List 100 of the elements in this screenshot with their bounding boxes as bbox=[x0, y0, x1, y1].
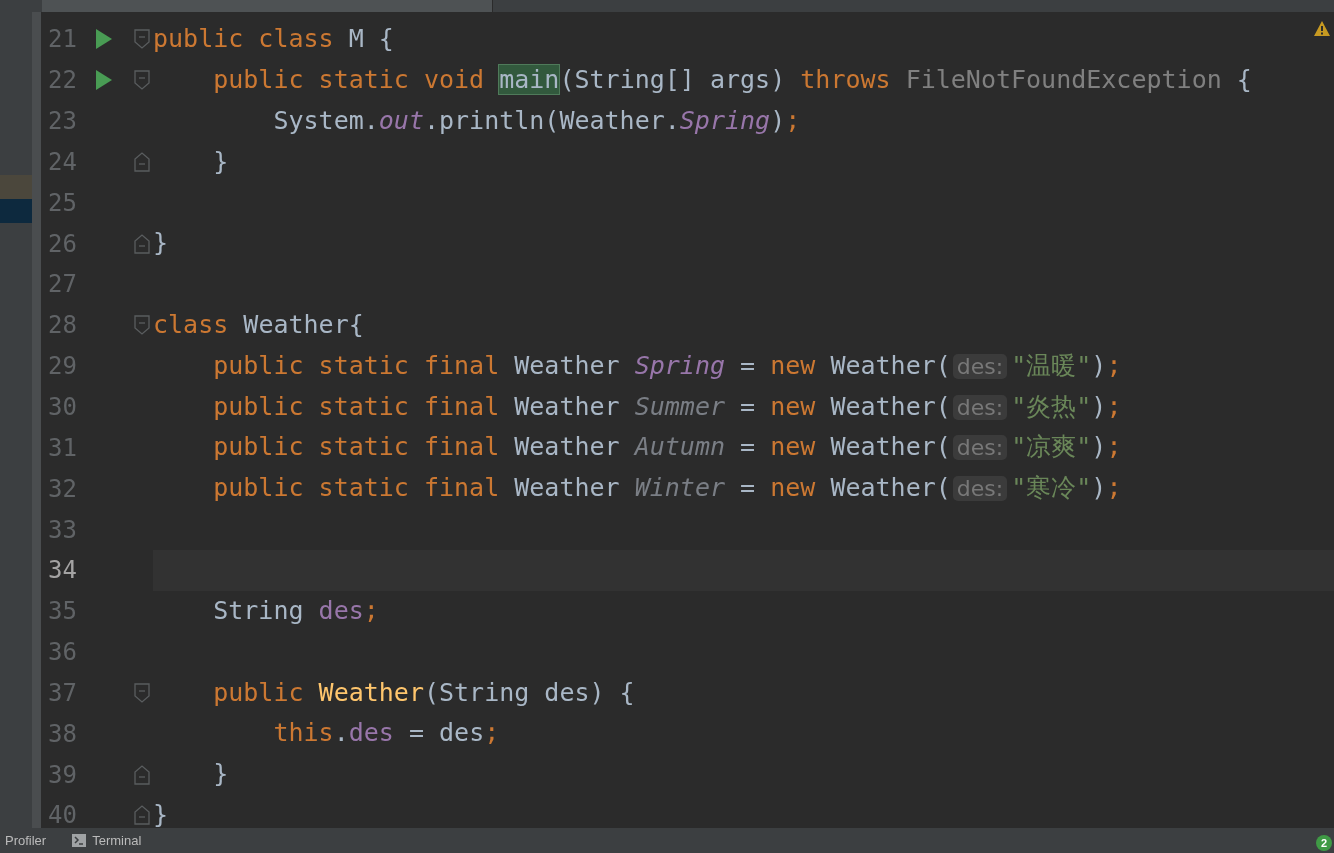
code-token: Weather bbox=[514, 473, 620, 503]
code-token: System. bbox=[273, 105, 379, 135]
run-icon[interactable] bbox=[96, 70, 112, 91]
line-number: 35 bbox=[47, 597, 77, 626]
line-number: 27 bbox=[47, 270, 77, 299]
code-token: = bbox=[740, 432, 756, 462]
code-token: Summer bbox=[634, 391, 725, 421]
fold-icon[interactable] bbox=[134, 805, 150, 826]
code-token: = bbox=[740, 473, 756, 503]
line-number: 32 bbox=[47, 474, 77, 503]
code-token: Winter bbox=[634, 473, 725, 503]
code-token: Spring bbox=[634, 350, 725, 380]
code-token: (String des) { bbox=[423, 677, 635, 707]
code-token: ) bbox=[1091, 432, 1107, 462]
code-token: this bbox=[273, 718, 334, 748]
code-token: new bbox=[770, 391, 816, 421]
code-token: = bbox=[740, 391, 756, 421]
line-number: 31 bbox=[47, 433, 77, 462]
code-token: ; bbox=[484, 718, 500, 748]
code-token: main bbox=[499, 64, 560, 94]
line-number: 28 bbox=[47, 311, 77, 340]
code-token: public static final bbox=[213, 350, 500, 380]
code-token: ) bbox=[770, 105, 786, 135]
code-token: "寒冷" bbox=[1011, 473, 1092, 503]
fold-icon[interactable] bbox=[134, 151, 150, 172]
code-token: ) bbox=[1091, 350, 1107, 380]
line-number: 25 bbox=[47, 188, 77, 217]
code-token: des bbox=[318, 595, 364, 625]
line-number: 34 bbox=[47, 556, 77, 585]
code-token: } bbox=[153, 800, 169, 828]
parameter-hint: des: bbox=[952, 353, 1008, 379]
code-token: Weather( bbox=[830, 391, 951, 421]
code-token: } bbox=[153, 228, 169, 258]
code-token: Weather bbox=[318, 677, 424, 707]
code-token: Weather bbox=[514, 432, 620, 462]
line-number: 30 bbox=[47, 393, 77, 421]
line-number: 39 bbox=[47, 760, 77, 789]
code-token: = bbox=[740, 350, 756, 380]
line-number: 33 bbox=[47, 515, 77, 544]
code-token: { bbox=[1236, 64, 1252, 94]
code-token: Weather bbox=[514, 350, 620, 380]
line-number: 37 bbox=[47, 678, 77, 707]
code-token: String bbox=[213, 595, 304, 625]
code-token: Weather( bbox=[830, 473, 951, 503]
code-token: M { bbox=[348, 24, 394, 53]
code-token: ; bbox=[1106, 432, 1122, 462]
fold-icon[interactable] bbox=[134, 29, 150, 50]
parameter-hint: des: bbox=[952, 476, 1008, 502]
fold-icon[interactable] bbox=[134, 233, 150, 254]
code-token: Weather( bbox=[830, 432, 951, 462]
code-token: Spring bbox=[679, 105, 771, 135]
code-token: (String[] args) bbox=[559, 64, 786, 94]
code-token: public static final bbox=[213, 432, 500, 462]
code-token: public static void bbox=[213, 64, 485, 94]
line-number: 21 bbox=[47, 25, 77, 54]
code-token: ; bbox=[1106, 391, 1122, 421]
tool-window-tab[interactable]: Terminal bbox=[72, 833, 142, 848]
code-token: Weather{ bbox=[243, 309, 364, 339]
code-token: ; bbox=[1106, 473, 1122, 503]
code-token: ) bbox=[1091, 391, 1107, 421]
code-token: public static final bbox=[213, 473, 500, 503]
code-token: Autumn bbox=[634, 432, 725, 462]
line-number: 22 bbox=[47, 66, 77, 95]
fold-icon[interactable] bbox=[134, 682, 150, 703]
parameter-hint: des: bbox=[952, 394, 1008, 420]
fold-icon[interactable] bbox=[134, 315, 150, 336]
code-token: ; bbox=[1106, 350, 1122, 380]
code-token: new bbox=[770, 432, 816, 462]
code-token: des bbox=[348, 718, 394, 748]
line-number: 23 bbox=[47, 107, 77, 136]
code-token: ; bbox=[363, 595, 379, 625]
code-token: out bbox=[378, 105, 424, 135]
code-token: new bbox=[770, 350, 816, 380]
code-token: Weather bbox=[514, 391, 620, 421]
fold-icon[interactable] bbox=[134, 70, 150, 91]
code-token: ) bbox=[1091, 473, 1107, 503]
line-number: 40 bbox=[47, 801, 77, 828]
line-number: 24 bbox=[47, 147, 77, 176]
code-token: class bbox=[153, 309, 229, 339]
code-token: public class bbox=[153, 24, 334, 53]
run-icon[interactable] bbox=[96, 29, 112, 50]
code-token: .println(Weather. bbox=[423, 105, 680, 135]
line-number: 36 bbox=[47, 638, 77, 667]
code-token: . bbox=[333, 718, 349, 748]
tool-window-tab[interactable]: Profiler bbox=[5, 833, 47, 848]
notification-badge[interactable]: 2 bbox=[1316, 835, 1332, 851]
code-token: "温暖" bbox=[1011, 350, 1092, 380]
code-token: throws bbox=[800, 64, 891, 94]
code-token: } bbox=[213, 759, 229, 789]
line-number: 29 bbox=[47, 352, 77, 381]
code-token: FileNotFoundException bbox=[905, 64, 1222, 94]
code-token: } bbox=[213, 146, 229, 176]
scrollbar[interactable] bbox=[32, 12, 41, 828]
parameter-hint: des: bbox=[952, 435, 1008, 461]
code-token: "炎热" bbox=[1011, 391, 1092, 421]
code-token: public bbox=[213, 677, 304, 707]
code-token: new bbox=[770, 473, 816, 503]
line-number: 26 bbox=[47, 229, 77, 258]
fold-icon[interactable] bbox=[134, 764, 150, 785]
warning-icon[interactable] bbox=[1314, 21, 1330, 36]
